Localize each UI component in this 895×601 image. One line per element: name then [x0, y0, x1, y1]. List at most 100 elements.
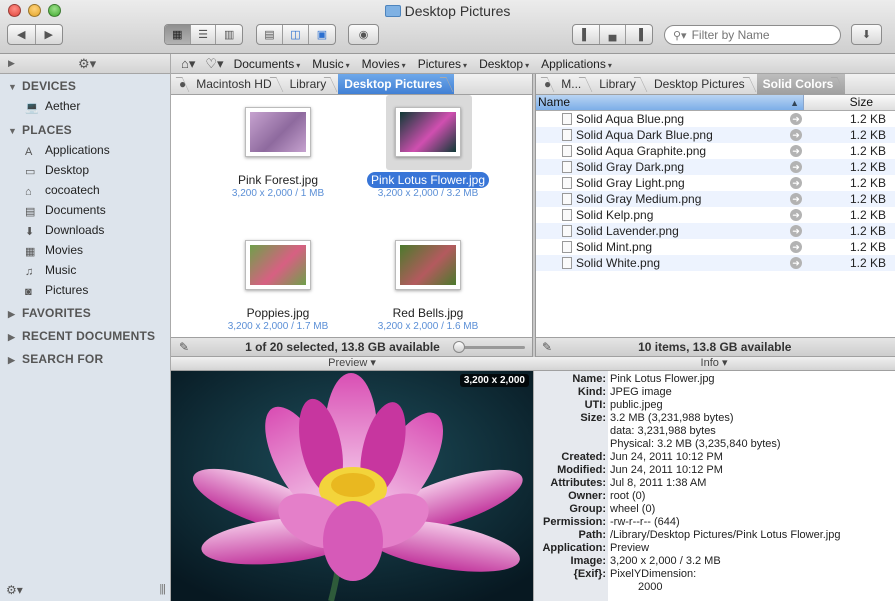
- sidebar-section-favorites[interactable]: ▶ FAVORITES: [0, 303, 170, 323]
- preview-pane-button[interactable]: ▣: [309, 25, 335, 44]
- sidebar-collapse-icon[interactable]: ▶: [8, 58, 15, 69]
- menu-pictures[interactable]: Pictures ▾: [418, 57, 467, 71]
- info-header[interactable]: Info ▾: [533, 357, 895, 371]
- left-status-text: 1 of 20 selected, 13.8 GB available: [245, 340, 440, 354]
- column-view-button[interactable]: ▥: [216, 25, 242, 44]
- sidebar-section-devices[interactable]: ▼ DEVICES: [0, 76, 170, 96]
- reveal-arrow-icon[interactable]: ➜: [790, 113, 802, 125]
- sidebar-item-applications[interactable]: A Applications: [0, 140, 170, 160]
- breadcrumb-item[interactable]: Library: [593, 74, 648, 94]
- menu-movies[interactable]: Movies ▾: [362, 57, 406, 71]
- reveal-arrow-icon[interactable]: ➜: [790, 193, 802, 205]
- toggle-left-pane-button[interactable]: ▌: [573, 25, 600, 44]
- reveal-arrow-icon[interactable]: ➜: [790, 257, 802, 269]
- thumbnail-item[interactable]: Red Bells.jpg 3,200 x 2,000 / 1.6 MB: [358, 240, 498, 332]
- sidebar-item-desktop[interactable]: ▭ Desktop: [0, 160, 170, 180]
- size-column-header[interactable]: Size: [804, 95, 895, 110]
- filter-field[interactable]: ⚲▾: [664, 25, 841, 45]
- dual-pane-button[interactable]: ◫: [283, 25, 309, 44]
- file-row[interactable]: Solid Aqua Graphite.png ➜ 1.2 KB: [536, 143, 895, 159]
- reveal-arrow-icon[interactable]: ➜: [790, 145, 802, 157]
- sidebar-item-aether[interactable]: 💻 Aether: [0, 96, 170, 116]
- sidebar-item-label: Applications: [45, 143, 110, 157]
- apple-icon[interactable]: ●: [171, 74, 190, 94]
- menu-documents[interactable]: Documents ▾: [234, 57, 301, 71]
- download-button[interactable]: ⬇: [852, 25, 881, 44]
- icon-view-button[interactable]: ▦: [165, 25, 191, 44]
- bottom-pane-icon: ▄: [608, 28, 617, 41]
- sidebar-item-downloads[interactable]: ⬇ Downloads: [0, 220, 170, 240]
- file-row[interactable]: Solid Aqua Dark Blue.png ➜ 1.2 KB: [536, 127, 895, 143]
- reveal-arrow-icon[interactable]: ➜: [790, 241, 802, 253]
- thumbnail-frame[interactable]: [245, 107, 311, 157]
- icon-size-slider-knob[interactable]: [452, 341, 465, 353]
- thumbnail-frame[interactable]: [245, 240, 311, 290]
- sidebar-section-search-for[interactable]: ▶ SEARCH FOR: [0, 349, 170, 369]
- file-row[interactable]: Solid Mint.png ➜ 1.2 KB: [536, 239, 895, 255]
- breadcrumb-current[interactable]: Desktop Pictures: [338, 74, 455, 94]
- sidebar-item-pictures[interactable]: ◙ Pictures: [0, 280, 170, 300]
- icon-size-slider[interactable]: [455, 346, 525, 349]
- gear-menu-icon[interactable]: ⚙▾: [6, 583, 23, 597]
- reveal-arrow-icon[interactable]: ➜: [790, 225, 802, 237]
- gear-icon[interactable]: ⚙▾: [78, 56, 96, 72]
- file-icon: [562, 113, 572, 125]
- thumbnail-item[interactable]: Pink Forest.jpg 3,200 x 2,000 / 1 MB: [208, 107, 348, 199]
- sidebar-item-documents[interactable]: ▤ Documents: [0, 200, 170, 220]
- toggle-right-pane-button[interactable]: ▐: [626, 25, 652, 44]
- info-row: Owner: root (0): [534, 490, 895, 503]
- file-row[interactable]: Solid Aqua Blue.png ➜ 1.2 KB: [536, 111, 895, 127]
- thumbnail-frame[interactable]: [395, 240, 461, 290]
- name-column-header[interactable]: Name ▲: [536, 95, 804, 110]
- pin-icon[interactable]: ✎: [179, 340, 189, 354]
- sidebar-item-music[interactable]: ♫ Music: [0, 260, 170, 280]
- reveal-arrow-icon[interactable]: ➜: [790, 177, 802, 189]
- breadcrumb-item[interactable]: Macintosh HD: [190, 74, 283, 94]
- file-size: 1.2 KB: [849, 208, 886, 222]
- sidebar-item-cocoatech[interactable]: ⌂ cocoatech: [0, 180, 170, 200]
- home-menu-icon[interactable]: ⌂▾: [181, 56, 195, 72]
- disclosure-closed-icon[interactable]: ▶: [8, 327, 22, 347]
- file-row[interactable]: Solid White.png ➜ 1.2 KB: [536, 255, 895, 271]
- forward-button[interactable]: ▶: [36, 25, 63, 44]
- thumbnail-item[interactable]: Poppies.jpg 3,200 x 2,000 / 1.7 MB: [208, 240, 348, 332]
- file-row[interactable]: Solid Gray Light.png ➜ 1.2 KB: [536, 175, 895, 191]
- filter-input[interactable]: [691, 28, 832, 42]
- sidebar-section-recent-documents[interactable]: ▶ RECENT DOCUMENTS: [0, 326, 170, 346]
- disclosure-open-icon[interactable]: ▼: [8, 121, 22, 141]
- reveal-arrow-icon[interactable]: ➜: [790, 161, 802, 173]
- breadcrumb-item[interactable]: Desktop Pictures: [648, 74, 757, 94]
- file-row[interactable]: Solid Gray Medium.png ➜ 1.2 KB: [536, 191, 895, 207]
- breadcrumb-item[interactable]: M...: [555, 74, 593, 94]
- list-view-button[interactable]: ☰: [191, 25, 217, 44]
- menu-music[interactable]: Music ▾: [312, 57, 349, 71]
- sidebar-section-places[interactable]: ▼ PLACES: [0, 120, 170, 140]
- file-row[interactable]: Solid Kelp.png ➜ 1.2 KB: [536, 207, 895, 223]
- apple-icon[interactable]: ●: [536, 74, 555, 94]
- thumbnail-item[interactable]: Pink Lotus Flower.jpg 3,200 x 2,000 / 3.2…: [358, 107, 498, 199]
- back-button[interactable]: ◀: [8, 25, 36, 44]
- disclosure-closed-icon[interactable]: ▶: [8, 350, 22, 370]
- resize-grip-icon[interactable]: |||: [159, 583, 166, 595]
- sidebar-item-movies[interactable]: ▦ Movies: [0, 240, 170, 260]
- favorites-menu-icon[interactable]: ♡▾: [205, 56, 223, 72]
- preview-header-label: Preview: [328, 357, 368, 369]
- coverflow-button[interactable]: ▤: [257, 25, 283, 44]
- reveal-arrow-icon[interactable]: ➜: [790, 129, 802, 141]
- file-name: Solid Gray Light.png: [576, 176, 685, 190]
- quicklook-button[interactable]: ◉: [349, 25, 378, 44]
- preview-header[interactable]: Preview ▾: [171, 357, 533, 371]
- pin-icon[interactable]: ✎: [542, 340, 552, 354]
- disclosure-closed-icon[interactable]: ▶: [8, 304, 22, 324]
- file-row[interactable]: Solid Gray Dark.png ➜ 1.2 KB: [536, 159, 895, 175]
- breadcrumb-item[interactable]: Library: [284, 74, 339, 94]
- menu-desktop[interactable]: Desktop ▾: [479, 57, 529, 71]
- breadcrumb-current[interactable]: Solid Colors: [756, 74, 846, 94]
- file-row[interactable]: Solid Lavender.png ➜ 1.2 KB: [536, 223, 895, 239]
- disclosure-open-icon[interactable]: ▼: [8, 77, 22, 97]
- toggle-bottom-pane-button[interactable]: ▄: [600, 25, 626, 44]
- menu-applications[interactable]: Applications ▾: [541, 57, 612, 71]
- menu-label: Applications: [541, 56, 606, 71]
- reveal-arrow-icon[interactable]: ➜: [790, 209, 802, 221]
- thumbnail-frame[interactable]: [395, 107, 461, 157]
